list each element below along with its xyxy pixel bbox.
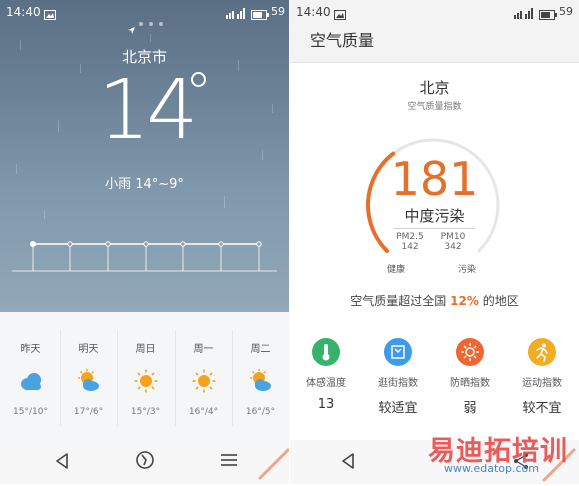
air-quality-header: 14:40 59 空气质量 [290, 0, 579, 63]
runner-icon [528, 338, 556, 366]
signal-icon [226, 4, 248, 23]
sun-icon [133, 368, 159, 394]
gallery-notification-icon [334, 5, 346, 24]
forecast-temp: 15°/10° [13, 407, 48, 417]
pm25-value: 142 [401, 242, 419, 252]
index-name: 防晒指数 [450, 378, 490, 389]
forecast-temp: 17°/6° [73, 407, 104, 417]
comparison-percent: 12% [450, 294, 479, 308]
cloud-icon [18, 368, 44, 394]
gallery-notification-icon [44, 5, 56, 24]
battery-level: 59 [559, 5, 573, 18]
scale-start-label: 健康 [387, 265, 406, 275]
forecast-day-0[interactable]: 昨天 15°/10° [2, 312, 59, 440]
temperature-timeline [12, 241, 277, 272]
aqi-divider [394, 228, 475, 229]
partly-cloudy-icon [76, 368, 102, 394]
forecast-day-3[interactable]: 周一 16°/4° [175, 312, 232, 440]
index-name: 逛街指数 [378, 378, 418, 389]
pm25-label: PM2.5 [396, 232, 424, 242]
index-name: 运动指数 [522, 378, 562, 389]
shopping-bag-icon [384, 338, 412, 366]
forecast-day-2[interactable]: 周日 15°/3° [117, 312, 174, 440]
weather-screen: 14:40 59 北京市 14 小雨 14°~9° 昨天 15°/10° 明天 … [0, 0, 289, 484]
forecast-day-label: 周日 [135, 344, 156, 355]
aqi-subtitle: 空气质量指数 [407, 102, 462, 112]
forecast-temp: 15°/3° [130, 407, 161, 417]
sun-icon [191, 368, 217, 394]
battery-icon [251, 5, 269, 24]
city-name: 北京 [419, 79, 450, 97]
comparison-suffix: 的地区 [482, 294, 519, 308]
comparison-prefix: 空气质量超过全国 [350, 294, 447, 308]
weather-condition: 小雨 14°~9° [105, 177, 184, 192]
index-name: 体感温度 [306, 378, 346, 389]
index-sunscreen[interactable]: 防晒指数 弱 [434, 338, 506, 416]
watermark-url: www.edatop.com [444, 462, 539, 475]
index-value: 较适宜 [378, 401, 418, 416]
battery-icon [539, 5, 557, 24]
index-value: 弱 [463, 401, 477, 416]
status-time: 14:40 [6, 5, 41, 19]
forecast-day-label: 昨天 [20, 344, 41, 355]
back-icon[interactable] [340, 452, 356, 474]
index-value: 较不宜 [522, 401, 562, 416]
back-icon[interactable] [54, 452, 70, 474]
forecast-day-label: 周一 [193, 344, 214, 355]
current-temperature: 14 [98, 63, 198, 158]
forecast-strip: 昨天 15°/10° 明天 17°/6° 周日 15°/3° 周一 16°/4°… [0, 312, 289, 440]
index-exercise[interactable]: 运动指数 较不宜 [506, 338, 578, 416]
forecast-day-4[interactable]: 周二 16°/5° [232, 312, 289, 440]
battery-level: 59 [271, 5, 285, 18]
national-comparison: 空气质量超过全国 12% 的地区 [290, 292, 579, 309]
partly-cloudy-icon [248, 368, 274, 394]
forecast-day-label: 明天 [78, 344, 99, 355]
degree-symbol [191, 72, 206, 87]
status-time: 14:40 [296, 5, 331, 19]
index-value: 13 [317, 397, 335, 412]
left-navigation-bar [0, 440, 289, 484]
pollution-level: 中度污染 [404, 207, 465, 225]
pm10-label: PM10 [440, 232, 466, 242]
flyme-home-icon[interactable] [135, 450, 155, 474]
index-feels-like[interactable]: 体感温度 13 [290, 338, 362, 412]
forecast-temp: 16°/4° [188, 407, 219, 417]
index-shopping[interactable]: 逛街指数 较适宜 [362, 338, 434, 416]
pm10-value: 342 [444, 242, 462, 252]
signal-icon [514, 4, 536, 23]
location-arrow-icon [128, 19, 135, 38]
menu-icon[interactable] [220, 452, 238, 472]
thermometer-icon [312, 338, 340, 366]
sun-icon [456, 338, 484, 366]
forecast-day-label: 周二 [250, 344, 271, 355]
forecast-temp: 16°/5° [245, 407, 276, 417]
scale-end-label: 污染 [458, 265, 477, 275]
forecast-day-1[interactable]: 明天 17°/6° [60, 312, 117, 440]
air-quality-screen: 14:40 59 空气质量 北京 空气质量指数 181 中度污染 PM2.5 1… [290, 0, 579, 484]
page-title: 空气质量 [310, 31, 375, 50]
pen-stroke-decoration [256, 446, 289, 484]
aqi-value: 181 [390, 152, 479, 206]
